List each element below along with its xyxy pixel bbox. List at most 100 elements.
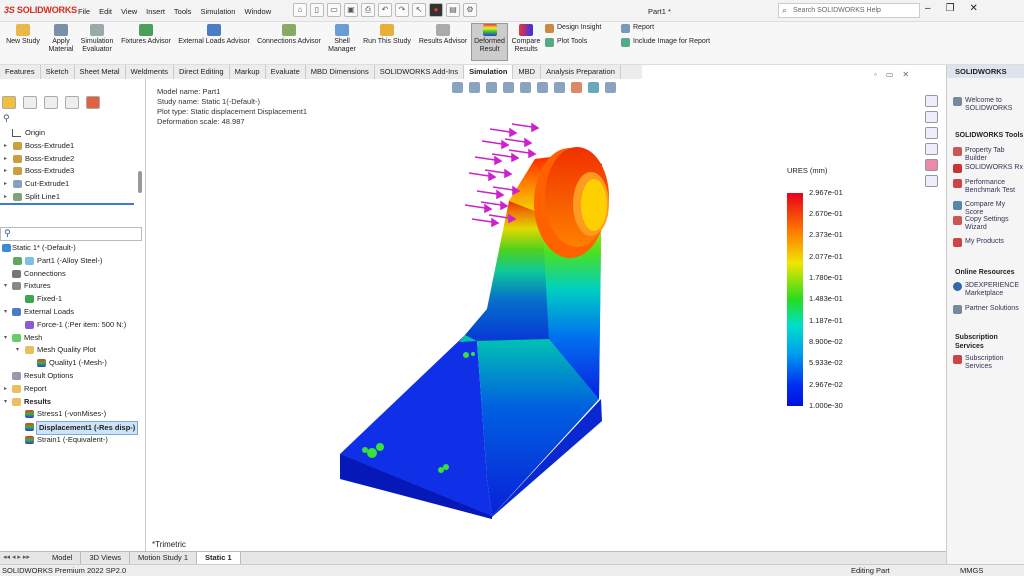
tab-analysis-preparation[interactable]: Analysis Preparation <box>541 65 621 79</box>
new-study-button[interactable]: New Study <box>4 24 42 46</box>
tab-markup[interactable]: Markup <box>230 65 266 79</box>
open-folder-icon[interactable]: ▭ <box>327 3 341 17</box>
tab-solidworks-add-ins[interactable]: SOLIDWORKS Add-Ins <box>375 65 465 79</box>
menu-tools[interactable]: Tools <box>174 7 192 16</box>
tree-item-boss-extrude2[interactable]: ▸ Boss-Extrude2 <box>0 153 146 166</box>
close-icon[interactable]: ✕ <box>970 3 978 14</box>
tree-item-result-options[interactable]: Result Options <box>0 370 146 383</box>
feature-manager-icon[interactable] <box>2 96 16 109</box>
menu-view[interactable]: View <box>121 7 137 16</box>
external-loads-advisor-button[interactable]: External Loads Advisor <box>176 24 252 46</box>
compare-results-button[interactable]: Compare Results <box>510 24 542 54</box>
tree-item-split-line1[interactable]: ▸ Split Line1 <box>0 191 146 204</box>
viewport-restore-icon[interactable]: ▫ <box>874 70 877 79</box>
simulation-evaluator-button[interactable]: Simulation Evaluator <box>78 24 116 54</box>
file-explorer-icon[interactable] <box>925 127 938 139</box>
menu-insert[interactable]: Insert <box>146 7 165 16</box>
tree-item-results[interactable]: ▾ Results <box>0 396 146 409</box>
options-gear-icon[interactable]: ⚙ <box>463 3 477 17</box>
tree-item-cut-extrude1[interactable]: ▸ Cut-Extrude1 <box>0 178 146 191</box>
restore-icon[interactable]: ❐ <box>946 3 955 14</box>
tab-mbd[interactable]: MBD <box>513 65 542 79</box>
solidworks-resources-icon[interactable] <box>925 95 938 107</box>
menu-edit[interactable]: Edit <box>99 7 112 16</box>
tab-model[interactable]: Model <box>44 552 82 564</box>
report-button[interactable]: Report <box>621 24 654 33</box>
tree-item-external-loads[interactable]: ▾ External Loads <box>0 306 146 319</box>
tab-motion-study[interactable]: Motion Study 1 <box>130 552 198 564</box>
redo-icon[interactable]: ↷ <box>395 3 409 17</box>
property-manager-icon[interactable] <box>23 96 37 109</box>
tab-sketch[interactable]: Sketch <box>41 65 75 79</box>
design-insight-button[interactable]: Design Insight <box>545 24 601 33</box>
link-partner-solutions[interactable]: Partner Solutions <box>953 305 1019 314</box>
tool-my-products[interactable]: My Products <box>953 238 1004 247</box>
tree-item-mesh[interactable]: ▾ Mesh <box>0 332 146 345</box>
shell-manager-button[interactable]: Shell Manager <box>326 24 358 54</box>
tool-copy-settings[interactable]: Copy Settings Wizard <box>953 216 1024 232</box>
new-document-icon[interactable]: ▯ <box>310 3 324 17</box>
plot-tools-button[interactable]: Plot Tools <box>545 38 587 47</box>
tree-item-part1[interactable]: Part1 (-Alloy Steel-) <box>0 255 146 268</box>
tool-solidworks-rx[interactable]: SOLIDWORKS Rx <box>953 164 1023 173</box>
file-properties-icon[interactable]: ▤ <box>446 3 460 17</box>
tree-item-quality1[interactable]: Quality1 (-Mesh-) <box>0 357 146 370</box>
menu-file[interactable]: File <box>78 7 90 16</box>
graphics-area[interactable]: Model name: Part1 Study name: Static 1(-… <box>147 70 944 551</box>
print-icon[interactable]: ⎙ <box>361 3 375 17</box>
select-pointer-icon[interactable]: ↖ <box>412 3 426 17</box>
unit-system[interactable]: MMGS <box>960 566 983 575</box>
dimxpert-icon[interactable] <box>65 96 79 109</box>
menu-window[interactable]: Window <box>244 7 271 16</box>
tree-item-boss-extrude1[interactable]: ▸ Boss-Extrude1 <box>0 140 146 153</box>
tree-item-stress1[interactable]: Stress1 (-vonMises-) <box>0 408 146 421</box>
appearances-icon[interactable] <box>925 159 938 171</box>
include-image-button[interactable]: Include Image for Report <box>621 38 710 47</box>
tab-3d-views[interactable]: 3D Views <box>81 552 130 564</box>
tab-static1[interactable]: Static 1 <box>197 552 241 564</box>
tree-item-static1[interactable]: Static 1* (-Default-) <box>0 242 146 255</box>
menu-simulation[interactable]: Simulation <box>200 7 235 16</box>
tree-item-strain1[interactable]: Strain1 (-Equivalent-) <box>0 434 146 447</box>
tool-benchmark[interactable]: Performance Benchmark Test <box>953 179 1024 195</box>
tab-weldments[interactable]: Weldments <box>126 65 174 79</box>
minimize-icon[interactable]: – <box>925 3 931 14</box>
custom-properties-icon[interactable] <box>925 175 938 187</box>
save-icon[interactable]: ▣ <box>344 3 358 17</box>
connections-advisor-button[interactable]: Connections Advisor <box>254 24 324 46</box>
fixtures-advisor-button[interactable]: Fixtures Advisor <box>118 24 174 46</box>
tree-item-displacement1[interactable]: Displacement1 (-Res disp-) <box>0 421 146 436</box>
view-palette-icon[interactable] <box>925 143 938 155</box>
tree-item-report[interactable]: ▸ Report <box>0 383 146 396</box>
tool-compare-score[interactable]: Compare My Score <box>953 201 1024 217</box>
link-3dexperience-marketplace[interactable]: 3DEXPERIENCE Marketplace <box>953 282 1024 298</box>
filter-icon[interactable]: ⚲ <box>3 113 10 124</box>
rebuild-traffic-light-icon[interactable]: ● <box>429 3 443 17</box>
feature-tree-scrollbar[interactable] <box>138 171 142 193</box>
tree-item-connections[interactable]: Connections <box>0 268 146 281</box>
welcome-link[interactable]: Welcome to SOLIDWORKS <box>953 97 1024 113</box>
tree-item-boss-extrude3[interactable]: ▸ Boss-Extrude3 <box>0 165 146 178</box>
tree-item-mesh-quality-plot[interactable]: ▾ Mesh Quality Plot <box>0 344 146 357</box>
viewport-close-icon[interactable]: ✕ <box>902 70 909 79</box>
home-icon[interactable]: ⌂ <box>293 3 307 17</box>
design-library-icon[interactable] <box>925 111 938 123</box>
tree-item-force1[interactable]: Force-1 (:Per item: 500 N:) <box>0 319 146 332</box>
deformed-result-button[interactable]: Deformed Result <box>471 23 508 61</box>
run-study-button[interactable]: Run This Study <box>360 24 414 46</box>
tree-item-fixtures[interactable]: ▾ Fixtures <box>0 280 146 293</box>
configuration-manager-icon[interactable] <box>44 96 58 109</box>
display-manager-icon[interactable] <box>86 96 100 109</box>
help-search-input[interactable]: Search SOLIDWORKS Help <box>778 3 920 18</box>
tab-sheet-metal[interactable]: Sheet Metal <box>75 65 126 79</box>
undo-icon[interactable]: ↶ <box>378 3 392 17</box>
tab-scroll-arrows[interactable]: ◂◂ ◂ ▸ ▸▸ <box>0 552 44 564</box>
splitter-bar[interactable] <box>0 203 134 205</box>
link-subscription-services[interactable]: Subscription Services <box>953 355 1024 371</box>
tab-mbd-dimensions[interactable]: MBD Dimensions <box>306 65 375 79</box>
tab-features[interactable]: Features <box>0 65 41 79</box>
tree-item-origin[interactable]: Origin <box>0 127 146 140</box>
tab-simulation[interactable]: Simulation <box>464 65 514 79</box>
sim-filter-input[interactable]: ⚲ <box>0 227 142 241</box>
tool-property-tab-builder[interactable]: Property Tab Builder <box>953 147 1024 163</box>
